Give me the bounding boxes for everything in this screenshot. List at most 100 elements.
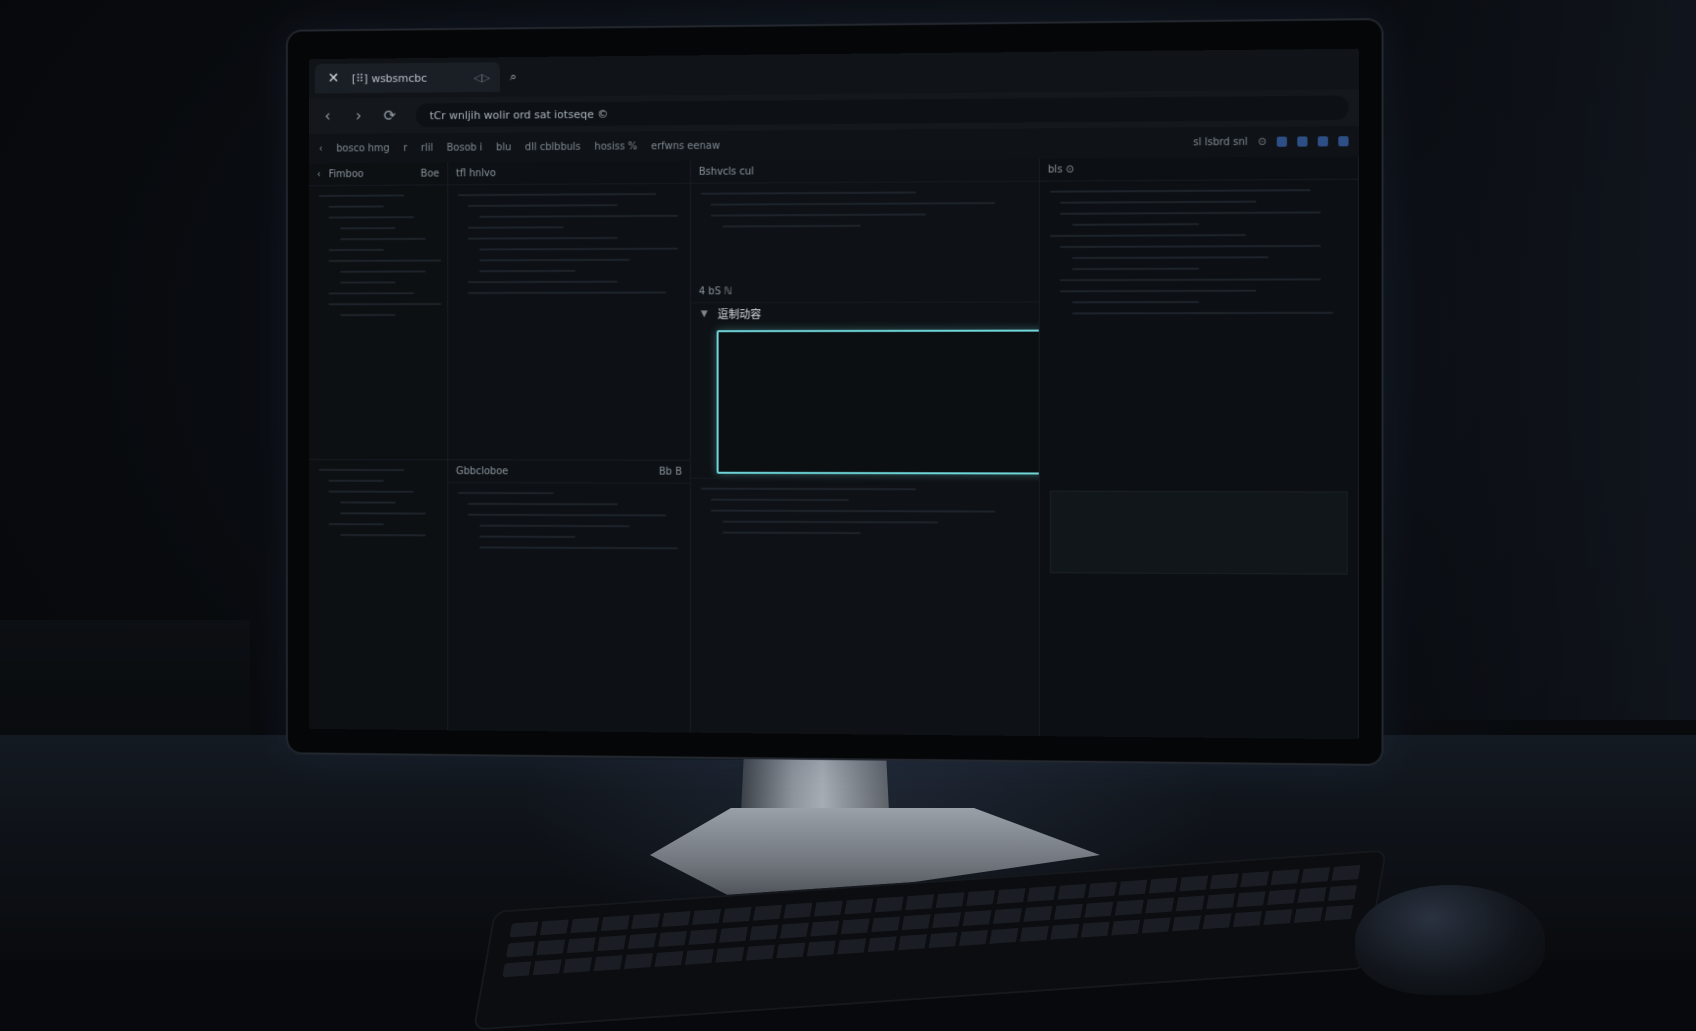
close-icon[interactable]: ✕ <box>325 70 342 88</box>
prompt-row: ▼ 逗制动容 <box>701 306 761 322</box>
explorer-title: Fimboo <box>328 168 364 180</box>
right-panel: bls ⊙ <box>1039 156 1359 740</box>
monitor-screen: ✕ [⠿] wsbsmcbc ◁▷ ⌕ ‹ › ⟳ tCr wnljih wol… <box>309 48 1359 740</box>
code-line <box>1060 211 1321 215</box>
editor-title: tfl hnlvo <box>455 167 496 179</box>
bottom-panel-header: Gbbcloboe Bb B <box>448 460 690 484</box>
code-line <box>722 520 938 524</box>
mouse <box>1355 885 1545 995</box>
code-line <box>479 258 630 262</box>
tree-item[interactable] <box>340 512 426 515</box>
tree-item[interactable] <box>340 227 396 230</box>
extension-icon[interactable] <box>1317 135 1329 146</box>
code-line <box>457 491 555 495</box>
extension-icon[interactable] <box>1297 135 1308 147</box>
forward-icon[interactable]: › <box>350 107 367 125</box>
tree-item[interactable] <box>328 523 384 526</box>
code-line <box>479 524 630 528</box>
right-panel-header: bls ⊙ <box>1039 156 1358 182</box>
toolbar-status: sl lsbrd snl <box>1193 136 1248 148</box>
editor-panel: tfl hnlvo Gbbcloboe Bb B <box>448 160 691 733</box>
code-line <box>1060 278 1321 282</box>
code-line <box>1072 301 1199 304</box>
code-line <box>1072 267 1199 271</box>
tab-title: [⠿] wsbsmcbc <box>351 71 428 85</box>
caret-down-icon[interactable]: ▼ <box>701 309 708 319</box>
toolbar-item[interactable]: Bosob i <box>447 142 483 153</box>
code-line <box>467 291 666 295</box>
tree-item[interactable] <box>328 248 384 252</box>
tree-item[interactable] <box>340 501 396 504</box>
code-line <box>1072 256 1270 260</box>
tree-item[interactable] <box>340 533 426 537</box>
code-line <box>467 513 666 517</box>
toolbar-right: sl lsbrd snl ⊙ <box>1193 135 1349 148</box>
code-line <box>467 502 618 506</box>
right-panel-box <box>1049 490 1348 575</box>
code-line <box>467 204 618 207</box>
tree-item[interactable] <box>328 292 415 295</box>
profile-icon[interactable] <box>1338 135 1349 146</box>
toolbar-item[interactable]: dll cblbbuls <box>525 141 581 152</box>
tree-item[interactable] <box>318 468 405 472</box>
code-line <box>1060 244 1321 249</box>
toolbar-item[interactable]: r <box>403 143 407 154</box>
code-line <box>710 498 850 502</box>
code-line <box>710 202 996 206</box>
prompt-input[interactable] <box>716 329 1040 475</box>
code-line <box>710 213 926 217</box>
tree-item[interactable] <box>328 479 384 482</box>
browser-tab[interactable]: ✕ [⠿] wsbsmcbc ◁▷ <box>314 62 500 94</box>
back-icon[interactable]: ‹ <box>317 169 321 180</box>
back-icon[interactable]: ‹ <box>319 143 323 154</box>
bottom-panel-aux[interactable]: Bb B <box>659 466 682 477</box>
ide-body: ‹ Fimboo Boe tfl hnlvo Gbbcloboe Bb B Bs… <box>309 156 1359 740</box>
code-line <box>1060 289 1257 293</box>
new-tab-icon[interactable]: ⌕ <box>510 69 517 84</box>
toolbar-item[interactable]: hosiss % <box>594 141 637 152</box>
back-icon[interactable]: ‹ <box>319 107 336 125</box>
tree-item[interactable] <box>328 216 415 219</box>
code-line <box>467 236 618 240</box>
code-line <box>1049 234 1247 237</box>
code-line <box>479 214 678 218</box>
center-title: Bshvcls cul <box>698 165 754 178</box>
settings-icon[interactable]: ⊙ <box>1258 136 1267 147</box>
reload-icon[interactable]: ⟳ <box>381 107 399 125</box>
tree-item[interactable] <box>328 205 384 208</box>
code-line <box>1072 311 1333 315</box>
tree-item[interactable] <box>328 259 442 262</box>
editor-bottom-panel: Gbbcloboe Bb B <box>448 459 690 733</box>
tree-item[interactable] <box>340 314 396 317</box>
section-title: 4 bS ℕ <box>698 285 732 297</box>
tree-item[interactable] <box>340 237 426 241</box>
section-header: 4 bS ℕ <box>690 279 1039 304</box>
editor-tab[interactable]: tfl hnlvo <box>448 160 690 186</box>
explorer-header: ‹ Fimboo Boe <box>309 162 448 187</box>
tree-item[interactable] <box>318 194 405 197</box>
code-line <box>457 193 656 197</box>
toolbar-item[interactable]: erfwns eenaw <box>651 140 720 151</box>
explorer-lower <box>309 459 448 731</box>
code-line <box>722 224 862 228</box>
url-field[interactable]: tCr wnljih wolir ord sat iotseqe © <box>415 95 1349 128</box>
center-header: Bshvcls cul <box>690 158 1039 184</box>
code-line <box>1049 189 1311 193</box>
tab-audio-icon[interactable]: ◁▷ <box>474 71 491 84</box>
code-line <box>479 535 576 538</box>
toolbar-item[interactable]: rlil <box>421 142 433 153</box>
toolbar-item[interactable]: bosco hmg <box>336 143 389 154</box>
extension-icon[interactable] <box>1276 136 1287 147</box>
explorer-panel: ‹ Fimboo Boe <box>309 162 449 731</box>
toolbar-item[interactable]: blu <box>496 142 511 153</box>
tree-item[interactable] <box>340 270 426 273</box>
tree-item[interactable] <box>328 303 442 306</box>
explorer-subtitle: Boe <box>420 168 440 180</box>
code-line <box>479 247 678 251</box>
code-line <box>722 531 862 535</box>
tree-item[interactable] <box>328 490 415 493</box>
tree-item[interactable] <box>340 281 396 284</box>
code-line <box>467 226 565 229</box>
code-line <box>700 191 916 195</box>
code-line <box>479 269 576 273</box>
